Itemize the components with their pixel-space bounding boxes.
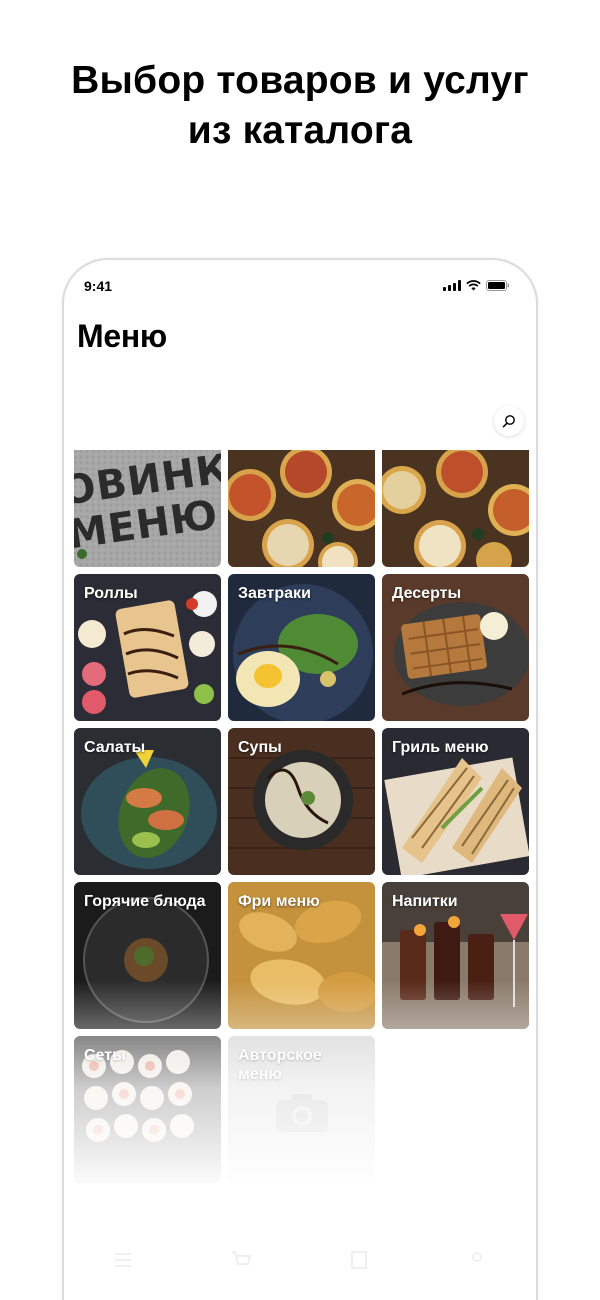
pizza-image — [228, 450, 375, 567]
category-label: Десерты — [392, 585, 462, 602]
category-tile-rolls[interactable]: Роллы — [74, 574, 221, 721]
category-tile-soups[interactable]: Супы — [228, 728, 375, 875]
category-tile-hot-dishes[interactable]: Горячие блюда — [74, 882, 221, 1029]
menu-icon[interactable] — [112, 1249, 134, 1271]
category-label: Фри меню — [238, 893, 320, 910]
category-tile-salads[interactable]: Салаты — [74, 728, 221, 875]
category-label: Авторское меню — [238, 1047, 322, 1083]
screen-title: Меню — [77, 318, 167, 354]
category-label: Супы — [238, 739, 282, 756]
category-label: Гриль меню — [392, 739, 489, 756]
promo-headline: Выбор товаров и услуг из каталога — [0, 56, 600, 156]
category-label: Сеты — [84, 1047, 126, 1064]
category-tile-grill[interactable]: Гриль меню — [382, 728, 529, 875]
profile-icon[interactable] — [466, 1249, 488, 1271]
wifi-icon — [466, 280, 481, 291]
phone-frame: 9:41 Меню ОВИНК МЕНЮ Роллы Завтраки Десе… — [62, 258, 538, 1300]
pizza-banner-2[interactable] — [382, 450, 529, 567]
headline-line-2: из каталога — [187, 109, 413, 152]
category-label: Завтраки — [238, 585, 311, 602]
category-tile-drinks[interactable]: Напитки — [382, 882, 529, 1029]
cellular-signal-icon — [443, 280, 461, 291]
category-label: Роллы — [84, 585, 138, 602]
category-label: Напитки — [392, 893, 458, 910]
category-label: Салаты — [84, 739, 146, 756]
category-label: Горячие блюда — [84, 893, 206, 910]
search-button[interactable] — [494, 406, 524, 436]
search-icon — [502, 415, 515, 428]
battery-icon — [486, 280, 510, 291]
headline-line-1: Выбор товаров и услуг — [71, 59, 529, 102]
category-tile-breakfast[interactable]: Завтраки — [228, 574, 375, 721]
orders-icon[interactable] — [348, 1249, 370, 1271]
status-bar: 9:41 — [64, 260, 536, 310]
status-time: 9:41 — [84, 278, 113, 294]
category-tile-desserts[interactable]: Десерты — [382, 574, 529, 721]
pizza-image — [382, 450, 529, 567]
category-tile-sets[interactable]: Сеты — [74, 1036, 221, 1183]
category-tile-author-menu[interactable]: Авторское меню — [228, 1036, 375, 1183]
camera-icon — [276, 1094, 328, 1132]
pizza-banner-1[interactable] — [228, 450, 375, 567]
tab-bar — [64, 1240, 536, 1280]
cart-icon[interactable] — [230, 1249, 252, 1271]
category-tile-fries[interactable]: Фри меню — [228, 882, 375, 1029]
status-icons — [443, 279, 510, 291]
novinki-banner[interactable]: ОВИНК МЕНЮ — [74, 450, 221, 567]
